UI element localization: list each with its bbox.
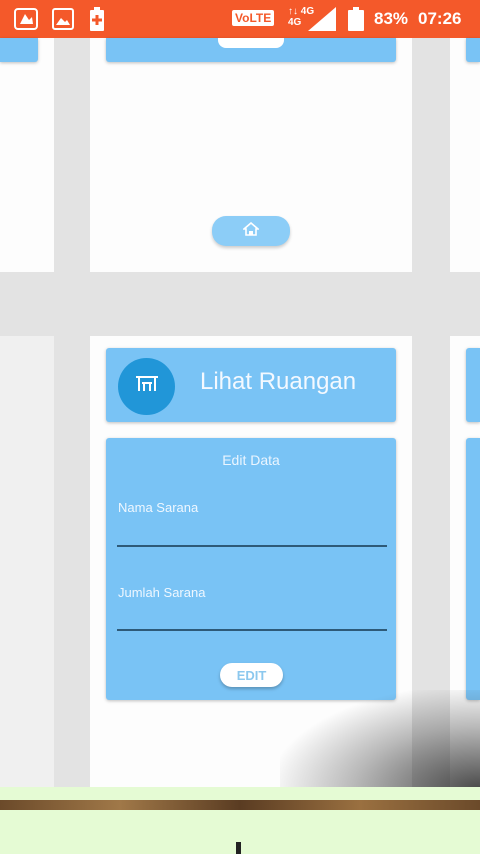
right-card-panel <box>466 38 480 62</box>
nama-sarana-underline <box>117 545 387 547</box>
home-button[interactable] <box>212 216 290 246</box>
jumlah-sarana-input[interactable] <box>117 580 387 630</box>
edit-button[interactable]: EDIT <box>220 663 283 687</box>
gallery-notification-icon <box>52 7 74 31</box>
room-icon <box>133 373 161 400</box>
jumlah-sarana-underline <box>117 629 387 631</box>
right-card-header <box>466 348 480 422</box>
form-title: Edit Data <box>222 452 280 468</box>
left-card-top <box>0 38 54 272</box>
right-card-top <box>450 38 480 272</box>
clock: 07:26 <box>418 9 462 28</box>
drive-notification-icon <box>14 7 38 31</box>
battery-saver-icon <box>90 7 104 31</box>
room-card-panel <box>106 38 396 62</box>
room-avatar <box>118 358 175 415</box>
left-card-bottom <box>0 336 54 788</box>
edit-button-partial[interactable] <box>218 38 284 48</box>
signal-icon <box>308 7 336 31</box>
right-card-form <box>466 438 480 700</box>
nama-sarana-input[interactable] <box>117 496 387 546</box>
room-title: Lihat Ruangan <box>200 368 357 395</box>
bottom-divider <box>0 800 480 810</box>
battery-percent: 83% <box>374 9 409 28</box>
bottom-mark <box>236 842 241 854</box>
volte-badge: VoLTE <box>232 10 275 26</box>
left-card-panel <box>0 38 38 62</box>
status-bar: VoLTE ↑↓ 4G 4G 83% 07:26 <box>0 0 480 38</box>
overlay-shadow <box>280 690 480 790</box>
home-icon <box>241 221 261 241</box>
battery-icon <box>348 7 364 31</box>
edit-form <box>106 438 396 700</box>
